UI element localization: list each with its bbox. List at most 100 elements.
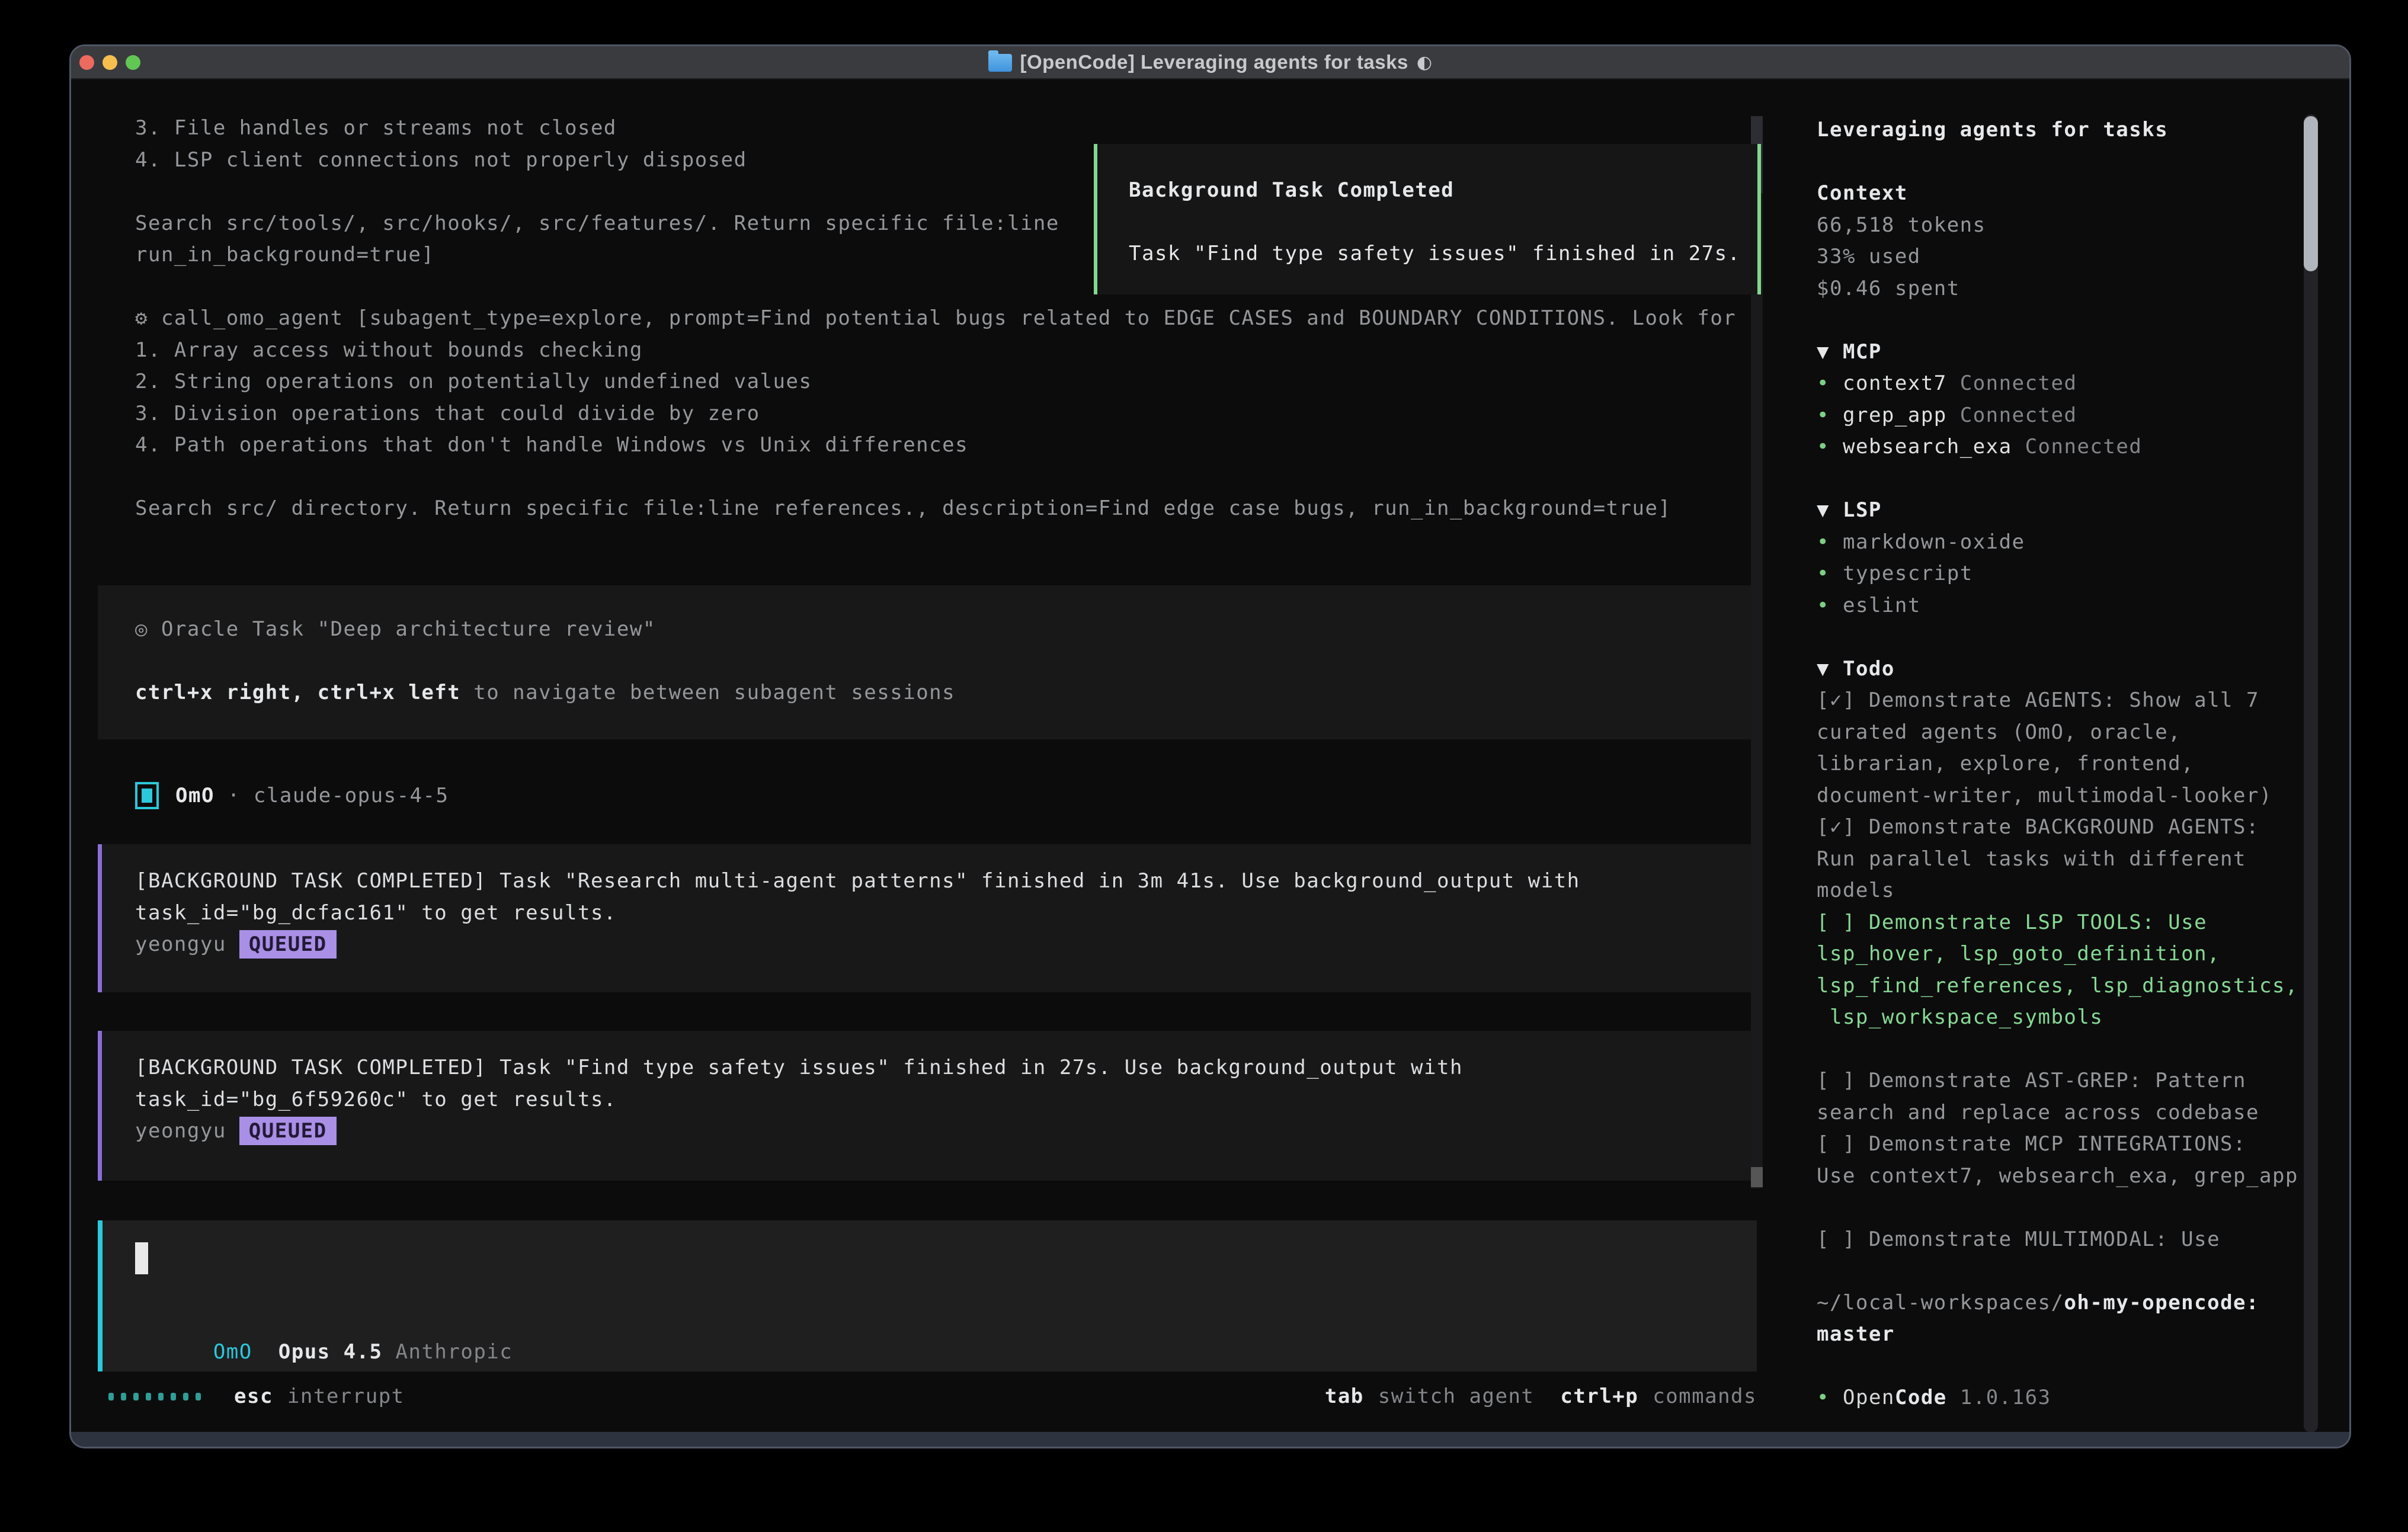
todo-item-line: [✓] Demonstrate AGENTS: Show all 7 — [1817, 685, 2338, 717]
ctrlp-key-label: commands — [1653, 1384, 1757, 1408]
mcp-section-header[interactable]: ▼MCP — [1817, 336, 2338, 368]
lsp-server-row: •eslint — [1817, 590, 2338, 622]
session-progress-icon: ◐ — [1417, 52, 1433, 73]
window-bottom-edge — [71, 1432, 2349, 1447]
todo-item-line: librarian, explore, frontend, — [1817, 748, 2338, 780]
window-title: [OpenCode] Leveraging agents for tasks ◐ — [71, 51, 2349, 73]
mcp-server-status: Connected — [1947, 400, 2077, 432]
mcp-server-row: •grep_app Connected — [1817, 400, 2338, 432]
window-title-text: [OpenCode] Leveraging agents for tasks — [1020, 51, 1408, 73]
session-title: Leveraging agents for tasks — [1817, 114, 2338, 146]
chat-line: 2. String operations on potentially unde… — [135, 366, 1759, 398]
workspace-path: ~/local-workspaces/oh-my-opencode: — [1817, 1287, 2338, 1319]
todo-item-line: [ ] Demonstrate MULTIMODAL: Use — [1817, 1224, 2338, 1256]
task-user: yeongyu — [135, 1119, 226, 1143]
chat-scroll-position-marker[interactable] — [1751, 1167, 1763, 1187]
toast-body: Task "Find type safety issues" finished … — [1129, 238, 1757, 270]
omo-agent-icon — [135, 782, 159, 809]
lsp-server-name: typescript — [1843, 558, 1973, 590]
navigation-hint-text: to navigate between subagent sessions — [460, 681, 955, 704]
chat-line — [135, 461, 1759, 493]
status-dot-icon: • — [1817, 431, 1843, 463]
chat-line: ⚙ call_omo_agent [subagent_type=explore,… — [135, 303, 1759, 335]
status-dot-icon: • — [1817, 400, 1843, 432]
status-badge: QUEUED — [239, 930, 337, 959]
context-spent: $0.46 spent — [1817, 273, 2338, 305]
background-task-message: [BACKGROUND TASK COMPLETED] Task "Find t… — [98, 1031, 1757, 1181]
ctrlp-key-hint: ctrl+p — [1560, 1384, 1638, 1408]
collapse-triangle-icon: ▼ — [1817, 340, 1830, 364]
traffic-lights — [79, 46, 140, 78]
chat-line: 3. Division operations that could divide… — [135, 398, 1759, 430]
input-agent-name: OmO — [213, 1340, 252, 1364]
todo-item-line: Use context7, websearch_exa, grep_app — [1817, 1161, 2338, 1193]
background-task-toast: Background Task Completed Task "Find typ… — [1094, 144, 1761, 294]
mcp-server-row: •websearch_exa Connected — [1817, 431, 2338, 463]
window-titlebar[interactable]: [OpenCode] Leveraging agents for tasks ◐ — [71, 46, 2349, 79]
esc-key-hint: esc — [234, 1384, 273, 1408]
todo-item-line: lsp_workspace_symbols — [1817, 1002, 2338, 1034]
activity-dots — [108, 1393, 201, 1400]
todo-item-line: [✓] Demonstrate BACKGROUND AGENTS: — [1817, 812, 2338, 844]
context-heading: Context — [1817, 178, 2338, 210]
app-version-row: •OpenCode 1.0.163 — [1817, 1382, 2338, 1414]
text-cursor — [135, 1242, 148, 1274]
background-task-message: [BACKGROUND TASK COMPLETED] Task "Resear… — [98, 844, 1757, 992]
chat-line: 1. Array access without bounds checking — [135, 335, 1759, 367]
chat-line: 4. Path operations that don't handle Win… — [135, 430, 1759, 461]
close-button[interactable] — [79, 55, 94, 70]
mcp-server-name: websearch_exa — [1843, 431, 2012, 463]
navigation-hint-keys: ctrl+x right, ctrl+x left — [135, 681, 460, 704]
separator-dot: · — [228, 784, 241, 807]
todo-item-line: Run parallel tasks with different — [1817, 844, 2338, 876]
mcp-server-status: Connected — [2012, 431, 2143, 463]
tab-key-hint: tab — [1325, 1384, 1364, 1408]
sidebar-scrollbar[interactable] — [2304, 114, 2318, 1432]
sidebar-scrollbar-thumb[interactable] — [2304, 116, 2318, 271]
lsp-section-header[interactable]: ▼LSP — [1817, 495, 2338, 527]
status-dot-icon: • — [1817, 368, 1843, 400]
todo-item-line: [ ] Demonstrate LSP TOOLS: Use — [1817, 907, 2338, 939]
oracle-task-title: Oracle Task "Deep architecture review" — [148, 617, 656, 641]
status-dot-icon: • — [1817, 590, 1843, 622]
task-user: yeongyu — [135, 932, 226, 956]
todo-item-line: lsp_find_references, lsp_diagnostics, — [1817, 970, 2338, 1002]
mcp-server-name: context7 — [1843, 368, 1947, 400]
app-version: 1.0.163 — [1947, 1382, 2051, 1414]
status-dot-icon: • — [1817, 527, 1843, 559]
sidebar: Leveraging agents for tasks Context 66,5… — [1817, 114, 2338, 1414]
todo-item-line: models — [1817, 875, 2338, 907]
todo-item-line: search and replace across codebase — [1817, 1097, 2338, 1129]
todo-item-line: lsp_hover, lsp_goto_definition, — [1817, 938, 2338, 970]
mcp-server-status: Connected — [1947, 368, 2077, 400]
oracle-task-box: ◎ Oracle Task "Deep architecture review"… — [98, 585, 1757, 739]
todo-item-line: [ ] Demonstrate MCP INTEGRATIONS: — [1817, 1129, 2338, 1161]
minimize-button[interactable] — [103, 55, 117, 70]
chat-line: 3. File handles or streams not closed — [135, 113, 1759, 145]
todo-section-header[interactable]: ▼Todo — [1817, 653, 2338, 685]
mcp-server-name: grep_app — [1843, 400, 1947, 432]
status-badge: QUEUED — [239, 1117, 337, 1145]
prompt-input[interactable]: OmOOpus 4.5Anthropic — [98, 1220, 1757, 1371]
todo-item-line: curated agents (OmO, oracle, — [1817, 717, 2338, 749]
folder-icon — [988, 54, 1012, 72]
workspace-branch: master — [1817, 1319, 2338, 1351]
task-message-line: [BACKGROUND TASK COMPLETED] Task "Resear… — [135, 866, 1757, 898]
oracle-icon: ◎ — [135, 617, 148, 641]
status-dot-icon: • — [1817, 1382, 1843, 1414]
status-dot-icon: • — [1817, 558, 1843, 590]
context-used: 33% used — [1817, 241, 2338, 273]
chat-line: Search src/ directory. Return specific f… — [135, 493, 1759, 525]
toast-title: Background Task Completed — [1129, 175, 1757, 207]
lsp-server-name: eslint — [1843, 590, 1921, 622]
tab-key-label: switch agent — [1378, 1384, 1535, 1408]
context-tokens: 66,518 tokens — [1817, 210, 2338, 242]
task-message-line: task_id="bg_dcfac161" to get results. — [135, 898, 1757, 930]
task-message-line: [BACKGROUND TASK COMPLETED] Task "Find t… — [135, 1052, 1757, 1084]
todo-item-line: document-writer, multimodal-looker) — [1817, 780, 2338, 812]
app-name: OpenCode — [1843, 1382, 1947, 1414]
task-message-line: task_id="bg_6f59260c" to get results. — [135, 1084, 1757, 1116]
mcp-server-row: •context7 Connected — [1817, 368, 2338, 400]
zoom-button[interactable] — [126, 55, 140, 70]
input-model-name: Opus 4.5 — [278, 1340, 383, 1364]
